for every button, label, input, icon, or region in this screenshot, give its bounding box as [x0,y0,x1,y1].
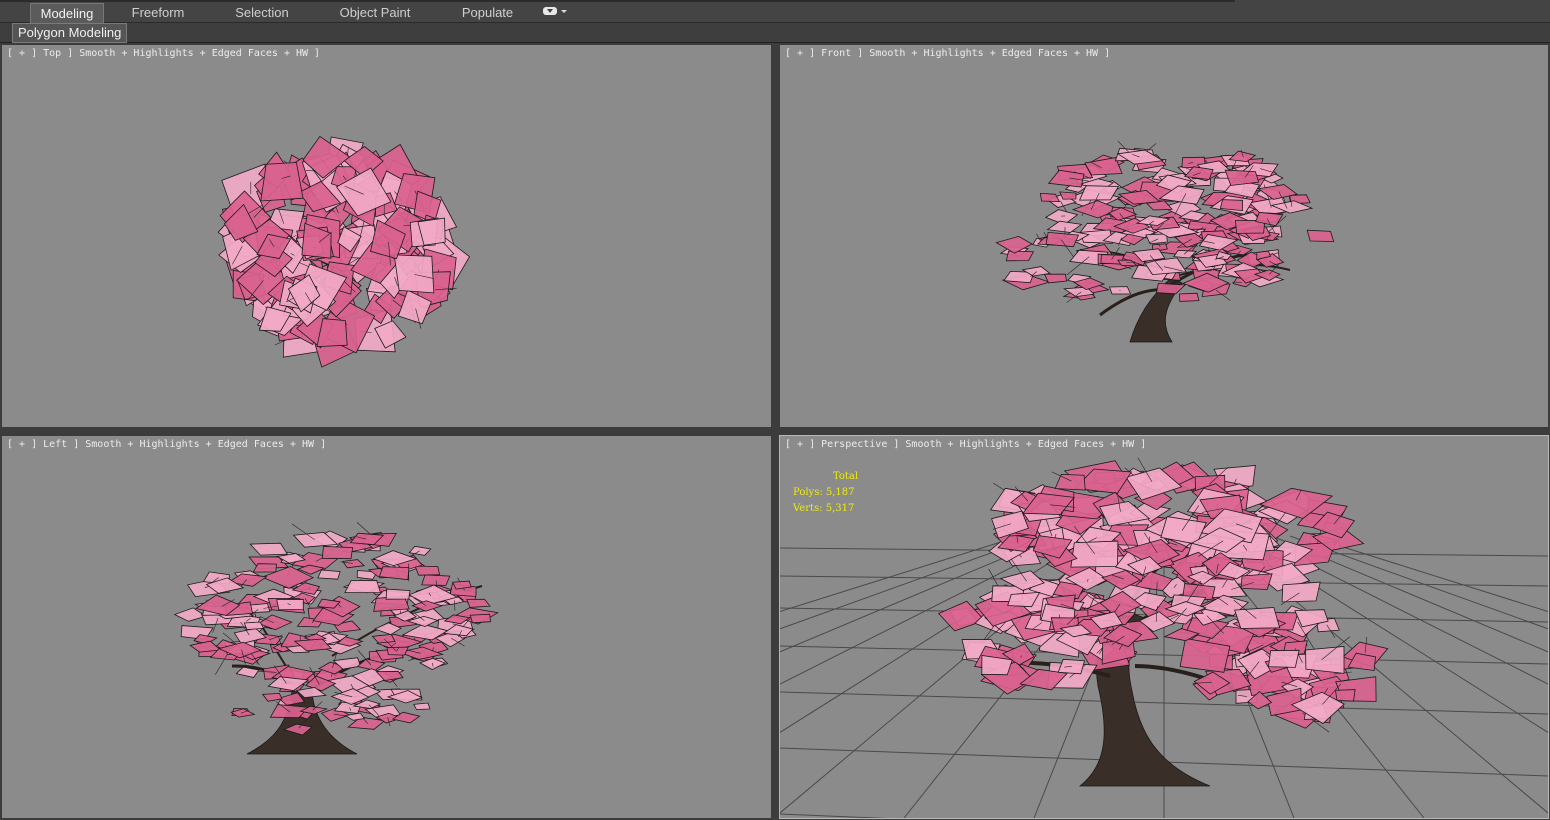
tab-populate[interactable]: Populate [450,3,525,22]
front-view-tree-render [995,140,1335,343]
tab-selection[interactable]: Selection [222,3,302,22]
left-view-tree-render [173,522,499,755]
ribbon-tab-bar: Modeling Freeform Selection Object Paint… [0,0,1550,23]
ribbon-toggle-icon [543,7,557,15]
ribbon-panel-bar: Polygon Modeling [0,23,1550,43]
viewport-front[interactable]: [ + ] Front ] Smooth + Highlights + Edge… [780,45,1548,427]
viewport-front-label[interactable]: [ + ] Front ] Smooth + Highlights + Edge… [785,48,1110,59]
viewport-left-label[interactable]: [ + ] Left ] Smooth + Highlights + Edged… [7,439,326,450]
viewport-top-label[interactable]: [ + ] Top ] Smooth + Highlights + Edged … [7,48,320,59]
ribbon-options-dropdown[interactable] [543,6,567,18]
stats-title: Total [833,471,859,482]
viewport-top[interactable]: [ + ] Top ] Smooth + Highlights + Edged … [2,45,771,427]
viewport-perspective[interactable]: [ + ] Perspective ] Smooth + Highlights … [779,435,1549,819]
tab-object-paint[interactable]: Object Paint [330,3,420,22]
tab-freeform[interactable]: Freeform [118,3,198,22]
statistics-overlay: Total Polys: 5,187 Verts: 5,317 [793,469,858,517]
top-view-tree-render [217,135,471,368]
ribbon-top-border [0,0,1235,2]
viewport-perspective-label[interactable]: [ + ] Perspective ] Smooth + Highlights … [785,439,1146,450]
tab-modeling[interactable]: Modeling [30,3,104,23]
perspective-view-tree-render [780,457,1548,818]
viewport-left[interactable]: [ + ] Left ] Smooth + Highlights + Edged… [2,436,771,818]
stats-polys: Polys: 5,187 [793,487,855,498]
stats-verts: Verts: 5,317 [793,503,855,514]
polygon-modeling-panel-tab[interactable]: Polygon Modeling [12,23,128,43]
chevron-down-icon [561,10,567,13]
